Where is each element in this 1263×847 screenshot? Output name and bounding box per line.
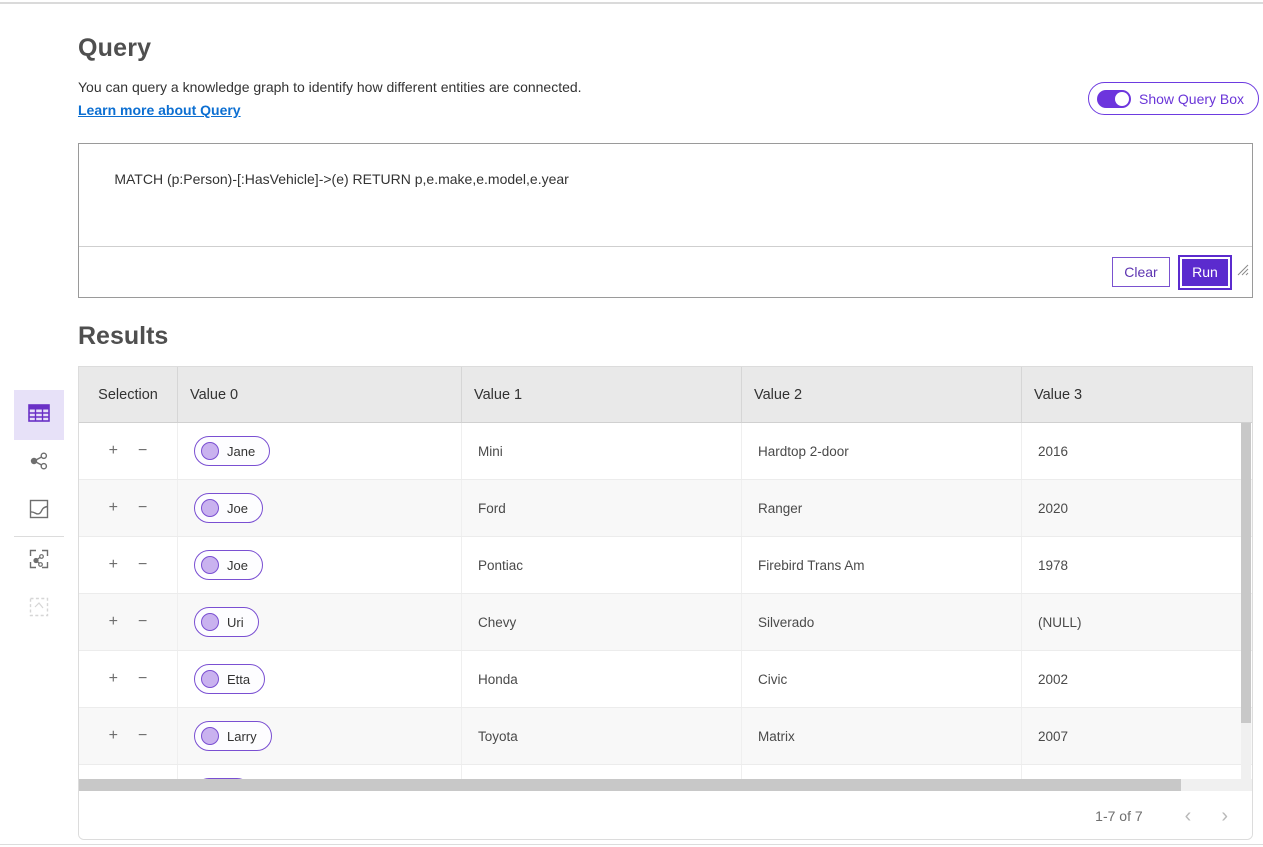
results-title: Results: [78, 322, 168, 351]
cell-make: Pontiac: [461, 537, 741, 593]
vertical-scrollbar-thumb[interactable]: [1241, 423, 1251, 723]
run-button-focus-ring[interactable]: Run: [1178, 255, 1232, 290]
remove-from-selection-button[interactable]: −: [136, 669, 149, 689]
table-body: + − Jane Mini Hardtop 2-door 2016 + − Jo…: [79, 423, 1252, 779]
pagination-bar: 1-7 of 7 ‹ ›: [79, 791, 1252, 840]
results-table-card: Selection Value 0 Value 1 Value 2 Value …: [78, 366, 1253, 840]
cell-model: Matrix: [741, 708, 1021, 764]
cell-make: Ford: [461, 480, 741, 536]
pagination-range-label: 1-7 of 7: [1095, 808, 1142, 824]
page-description: You can query a knowledge graph to ident…: [78, 79, 582, 95]
cell-year: 1978: [1021, 537, 1252, 593]
run-button[interactable]: Run: [1182, 259, 1228, 286]
page-title: Query: [78, 34, 151, 63]
table-row: + − Larry Toyota Matrix 2007: [79, 708, 1252, 765]
cell-year: (NULL): [1021, 594, 1252, 650]
cell-model: Silverado: [741, 594, 1021, 650]
table-row: + − Joe Ford Ranger 2020: [79, 480, 1252, 537]
cell-year: 2007: [1021, 708, 1252, 764]
entity-pill[interactable]: Joe: [194, 550, 263, 580]
entity-node-icon: [201, 727, 219, 745]
cell-model: Ranger: [741, 480, 1021, 536]
bottom-divider: [0, 844, 1263, 845]
entity-node-icon: [201, 499, 219, 517]
query-page: Query You can query a knowledge graph to…: [0, 0, 1263, 847]
table-row: + − Joe Pontiac Firebird Trans Am 1978: [79, 537, 1252, 594]
horizontal-scrollbar[interactable]: [79, 779, 1252, 791]
map-icon: [27, 497, 51, 526]
layout-disabled-icon: [27, 595, 51, 624]
cell-model: Hardtop 2-door: [741, 423, 1021, 479]
entity-node-icon: [201, 556, 219, 574]
horizontal-scrollbar-thumb[interactable]: [79, 779, 1181, 791]
entity-pill[interactable]: Larry: [194, 721, 272, 751]
cell-make: Chevy: [461, 594, 741, 650]
table-header-row: Selection Value 0 Value 1 Value 2 Value …: [79, 367, 1252, 423]
show-query-box-toggle[interactable]: Show Query Box: [1088, 82, 1259, 115]
entity-node-icon: [201, 442, 219, 460]
cell-make: Honda: [461, 651, 741, 707]
column-header-selection: Selection: [79, 367, 177, 422]
toggle-switch-icon[interactable]: [1097, 90, 1131, 108]
column-header-value0: Value 0: [177, 367, 461, 422]
layout-view-button-disabled: [14, 585, 64, 633]
cell-make: Mini: [461, 423, 741, 479]
cell-model: Firebird Trans Am: [741, 537, 1021, 593]
learn-more-link[interactable]: Learn more about Query: [78, 102, 241, 118]
map-view-button[interactable]: [14, 487, 64, 535]
remove-from-selection-button[interactable]: −: [136, 555, 149, 575]
resize-handle-icon[interactable]: [1237, 231, 1249, 243]
entity-node-icon: [201, 613, 219, 631]
remove-from-selection-button[interactable]: −: [136, 612, 149, 632]
query-text: MATCH (p:Person)-[:HasVehicle]->(e) RETU…: [114, 171, 569, 187]
entity-pill[interactable]: Etta: [194, 664, 265, 694]
vertical-scrollbar[interactable]: [1241, 423, 1251, 779]
entity-node-icon: [201, 670, 219, 688]
add-to-selection-button[interactable]: +: [107, 555, 120, 575]
query-input[interactable]: MATCH (p:Person)-[:HasVehicle]->(e) RETU…: [79, 144, 1252, 247]
table-row: + − Jane Mini Hardtop 2-door 2016: [79, 423, 1252, 480]
map-link-chart-icon: [27, 547, 51, 576]
column-header-value3: Value 3: [1021, 367, 1252, 422]
query-box: MATCH (p:Person)-[:HasVehicle]->(e) RETU…: [78, 143, 1253, 298]
remove-from-selection-button[interactable]: −: [136, 726, 149, 746]
entity-pill[interactable]: Joe: [194, 493, 263, 523]
cell-model: Civic: [741, 651, 1021, 707]
chevron-left-icon[interactable]: ‹: [1179, 806, 1198, 826]
add-to-selection-button[interactable]: +: [107, 669, 120, 689]
top-divider: [0, 2, 1263, 4]
entity-pill[interactable]: Uri: [194, 607, 259, 637]
table-icon: [26, 400, 52, 431]
add-to-selection-button[interactable]: +: [107, 726, 120, 746]
remove-from-selection-button[interactable]: −: [136, 498, 149, 518]
map-link-chart-view-button[interactable]: [14, 537, 64, 585]
chevron-right-icon[interactable]: ›: [1215, 806, 1234, 826]
toggle-label: Show Query Box: [1139, 91, 1244, 107]
add-to-selection-button[interactable]: +: [107, 441, 120, 461]
remove-from-selection-button[interactable]: −: [136, 441, 149, 461]
add-to-selection-button[interactable]: +: [107, 612, 120, 632]
link-chart-view-button[interactable]: [14, 439, 64, 487]
query-footer: Clear Run: [79, 247, 1252, 297]
clear-button[interactable]: Clear: [1112, 257, 1170, 287]
table-row: + − Uri Chevy Silverado (NULL): [79, 594, 1252, 651]
table-row: + − Etta Honda Civic 2002: [79, 651, 1252, 708]
entity-pill[interactable]: Jane: [194, 436, 270, 466]
link-chart-icon: [27, 449, 51, 478]
cell-year: 2002: [1021, 651, 1252, 707]
cell-year: 2020: [1021, 480, 1252, 536]
column-header-value1: Value 1: [461, 367, 741, 422]
table-row-partial: [79, 765, 1252, 779]
cell-year: 2016: [1021, 423, 1252, 479]
table-view-button[interactable]: [14, 390, 64, 440]
column-header-value2: Value 2: [741, 367, 1021, 422]
add-to-selection-button[interactable]: +: [107, 498, 120, 518]
cell-make: Toyota: [461, 708, 741, 764]
